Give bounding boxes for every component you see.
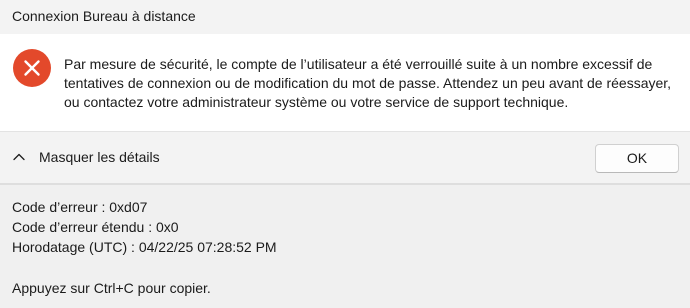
error-code: Code d’erreur : 0xd07	[12, 199, 148, 215]
window-title: Connexion Bureau à distance	[12, 8, 196, 24]
title-bar: Connexion Bureau à distance	[0, 0, 690, 34]
rdp-error-dialog: Connexion Bureau à distance Par mesure d…	[0, 0, 690, 308]
hide-details-button[interactable]: Masquer les détails	[12, 144, 160, 170]
button-row: Masquer les détails OK	[0, 132, 690, 183]
timestamp: Horodatage (UTC) : 04/22/25 07:28:52 PM	[12, 239, 277, 255]
message-area: Par mesure de sécurité, le compte de l’u…	[0, 34, 690, 131]
ok-button[interactable]: OK	[595, 144, 679, 173]
hide-details-label: Masquer les détails	[39, 149, 160, 165]
copy-hint: Appuyez sur Ctrl+C pour copier.	[12, 280, 211, 296]
details-panel: Code d’erreur : 0xd07 Code d’erreur éten…	[0, 185, 690, 308]
error-icon	[13, 49, 51, 87]
chevron-up-icon	[13, 153, 25, 161]
error-message: Par mesure de sécurité, le compte de l’u…	[64, 56, 672, 110]
extended-error-code: Code d’erreur étendu : 0x0	[12, 219, 179, 235]
